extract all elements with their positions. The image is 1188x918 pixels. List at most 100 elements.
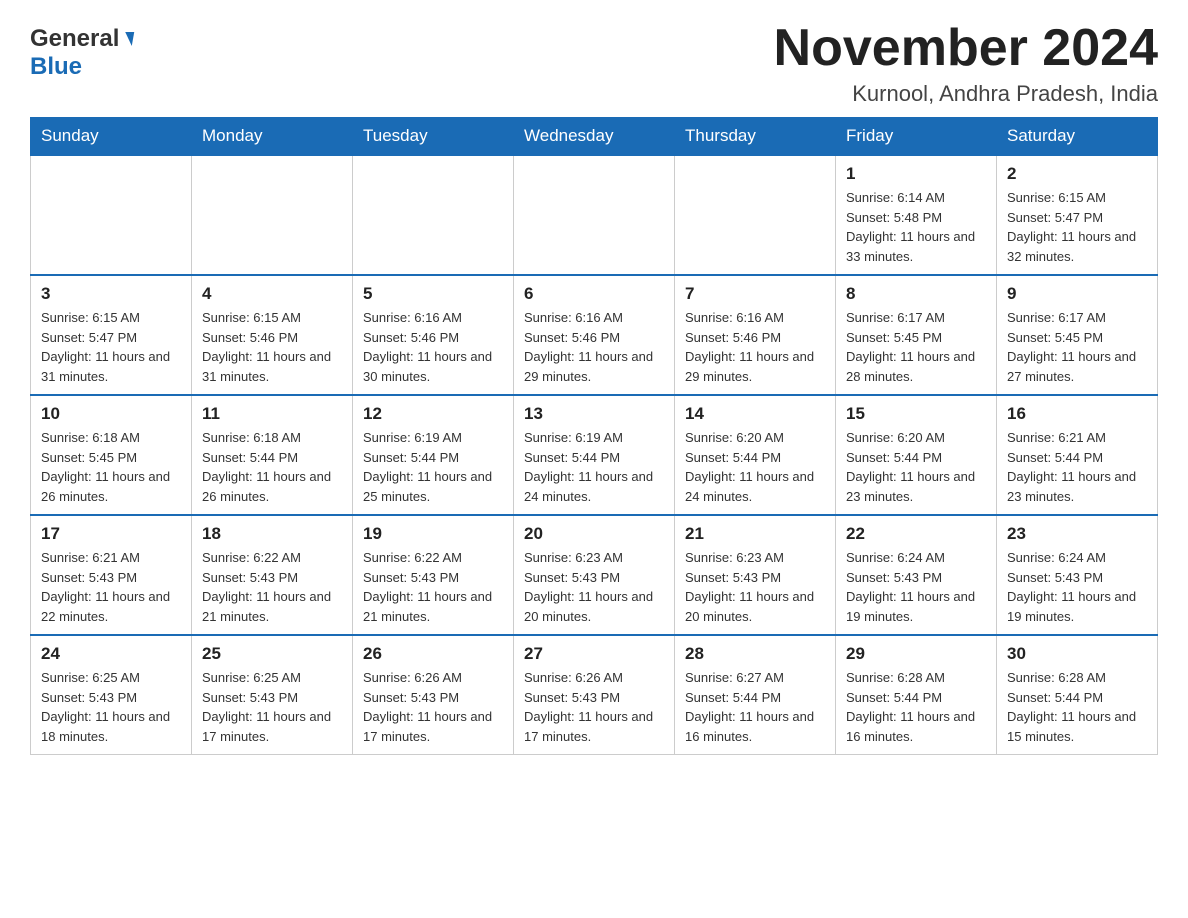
day-info: Sunrise: 6:24 AMSunset: 5:43 PMDaylight:… [1007, 548, 1147, 626]
location-title: Kurnool, Andhra Pradesh, India [774, 81, 1158, 107]
day-info: Sunrise: 6:25 AMSunset: 5:43 PMDaylight:… [202, 668, 342, 746]
logo-arrow-icon [123, 32, 134, 46]
calendar-header-friday: Friday [836, 118, 997, 156]
calendar-cell: 19Sunrise: 6:22 AMSunset: 5:43 PMDayligh… [353, 515, 514, 635]
day-info: Sunrise: 6:25 AMSunset: 5:43 PMDaylight:… [41, 668, 181, 746]
day-number: 3 [41, 284, 181, 304]
day-number: 27 [524, 644, 664, 664]
calendar-cell: 14 Sunrise: 6:20 AMSunset: 5:44 PMDayligh… [675, 395, 836, 515]
day-info: Sunrise: 6:24 AMSunset: 5:43 PMDaylight:… [846, 548, 986, 626]
day-info: Sunrise: 6:16 AMSunset: 5:46 PMDaylight:… [685, 308, 825, 386]
day-info: Sunrise: 6:15 AMSunset: 5:47 PMDaylight:… [1007, 188, 1147, 266]
calendar-header-thursday: Thursday [675, 118, 836, 156]
day-number: 17 [41, 524, 181, 544]
day-number: 12 [363, 404, 503, 424]
calendar-cell [31, 155, 192, 275]
calendar-cell: 4 Sunrise: 6:15 AMSunset: 5:46 PMDaylight… [192, 275, 353, 395]
calendar-cell [514, 155, 675, 275]
calendar-cell: 1 Sunrise: 6:14 AMSunset: 5:48 PMDaylight… [836, 155, 997, 275]
calendar-table: SundayMondayTuesdayWednesdayThursdayFrid… [30, 117, 1158, 755]
calendar-cell: 30 Sunrise: 6:28 AMSunset: 5:44 PMDayligh… [997, 635, 1158, 755]
day-info: Sunrise: 6:17 AMSunset: 5:45 PMDaylight:… [1007, 308, 1147, 386]
day-info: Sunrise: 6:21 AMSunset: 5:44 PMDaylight:… [1007, 428, 1147, 506]
day-info: Sunrise: 6:15 AMSunset: 5:46 PMDaylight:… [202, 308, 342, 386]
logo-blue-text: Blue [30, 53, 82, 81]
month-title: November 2024 [774, 20, 1158, 77]
day-info: Sunrise: 6:26 AMSunset: 5:43 PMDaylight:… [524, 668, 664, 746]
day-number: 5 [363, 284, 503, 304]
day-number: 26 [363, 644, 503, 664]
calendar-week-row: 17 Sunrise: 6:21 AMSunset: 5:43 PMDayligh… [31, 515, 1158, 635]
day-info: Sunrise: 6:18 AMSunset: 5:44 PMDaylight:… [202, 428, 342, 506]
day-number: 29 [846, 644, 986, 664]
calendar-header-sunday: Sunday [31, 118, 192, 156]
day-number: 22 [846, 524, 986, 544]
day-info: Sunrise: 6:18 AMSunset: 5:45 PMDaylight:… [41, 428, 181, 506]
calendar-cell: 25 Sunrise: 6:25 AMSunset: 5:43 PMDayligh… [192, 635, 353, 755]
day-number: 7 [685, 284, 825, 304]
calendar-cell: 8Sunrise: 6:17 AMSunset: 5:45 PMDaylight… [836, 275, 997, 395]
calendar-cell: 16 Sunrise: 6:21 AMSunset: 5:44 PMDayligh… [997, 395, 1158, 515]
calendar-week-row: 10 Sunrise: 6:18 AMSunset: 5:45 PMDayligh… [31, 395, 1158, 515]
day-number: 6 [524, 284, 664, 304]
day-number: 24 [41, 644, 181, 664]
day-info: Sunrise: 6:21 AMSunset: 5:43 PMDaylight:… [41, 548, 181, 626]
day-info: Sunrise: 6:28 AMSunset: 5:44 PMDaylight:… [846, 668, 986, 746]
calendar-cell: 28 Sunrise: 6:27 AMSunset: 5:44 PMDayligh… [675, 635, 836, 755]
calendar-cell: 23Sunrise: 6:24 AMSunset: 5:43 PMDayligh… [997, 515, 1158, 635]
calendar-cell: 18 Sunrise: 6:22 AMSunset: 5:43 PMDayligh… [192, 515, 353, 635]
day-info: Sunrise: 6:22 AMSunset: 5:43 PMDaylight:… [363, 548, 503, 626]
calendar-cell: 26 Sunrise: 6:26 AMSunset: 5:43 PMDayligh… [353, 635, 514, 755]
calendar-cell: 20Sunrise: 6:23 AMSunset: 5:43 PMDayligh… [514, 515, 675, 635]
calendar-header-tuesday: Tuesday [353, 118, 514, 156]
day-info: Sunrise: 6:19 AMSunset: 5:44 PMDaylight:… [524, 428, 664, 506]
day-number: 10 [41, 404, 181, 424]
calendar-cell: 10 Sunrise: 6:18 AMSunset: 5:45 PMDayligh… [31, 395, 192, 515]
day-number: 16 [1007, 404, 1147, 424]
day-number: 1 [846, 164, 986, 184]
page-header: General Blue November 2024 Kurnool, Andh… [30, 20, 1158, 107]
day-number: 9 [1007, 284, 1147, 304]
day-number: 28 [685, 644, 825, 664]
calendar-cell: 12 Sunrise: 6:19 AMSunset: 5:44 PMDayligh… [353, 395, 514, 515]
day-info: Sunrise: 6:20 AMSunset: 5:44 PMDaylight:… [685, 428, 825, 506]
day-number: 21 [685, 524, 825, 544]
calendar-cell: 15 Sunrise: 6:20 AMSunset: 5:44 PMDayligh… [836, 395, 997, 515]
day-info: Sunrise: 6:28 AMSunset: 5:44 PMDaylight:… [1007, 668, 1147, 746]
day-number: 14 [685, 404, 825, 424]
day-info: Sunrise: 6:22 AMSunset: 5:43 PMDaylight:… [202, 548, 342, 626]
day-info: Sunrise: 6:20 AMSunset: 5:44 PMDaylight:… [846, 428, 986, 506]
calendar-cell: 2 Sunrise: 6:15 AMSunset: 5:47 PMDaylight… [997, 155, 1158, 275]
calendar-week-row: 3 Sunrise: 6:15 AMSunset: 5:47 PMDaylight… [31, 275, 1158, 395]
day-number: 18 [202, 524, 342, 544]
calendar-week-row: 1 Sunrise: 6:14 AMSunset: 5:48 PMDaylight… [31, 155, 1158, 275]
calendar-cell: 3 Sunrise: 6:15 AMSunset: 5:47 PMDaylight… [31, 275, 192, 395]
calendar-cell [353, 155, 514, 275]
calendar-cell [192, 155, 353, 275]
day-info: Sunrise: 6:15 AMSunset: 5:47 PMDaylight:… [41, 308, 181, 386]
calendar-header-saturday: Saturday [997, 118, 1158, 156]
calendar-cell [675, 155, 836, 275]
day-number: 4 [202, 284, 342, 304]
day-number: 2 [1007, 164, 1147, 184]
calendar-cell: 27 Sunrise: 6:26 AMSunset: 5:43 PMDayligh… [514, 635, 675, 755]
day-number: 11 [202, 404, 342, 424]
logo-general-text: General [30, 25, 119, 53]
day-info: Sunrise: 6:27 AMSunset: 5:44 PMDaylight:… [685, 668, 825, 746]
day-info: Sunrise: 6:14 AMSunset: 5:48 PMDaylight:… [846, 188, 986, 266]
calendar-cell: 7 Sunrise: 6:16 AMSunset: 5:46 PMDaylight… [675, 275, 836, 395]
day-number: 15 [846, 404, 986, 424]
calendar-cell: 24 Sunrise: 6:25 AMSunset: 5:43 PMDayligh… [31, 635, 192, 755]
day-info: Sunrise: 6:19 AMSunset: 5:44 PMDaylight:… [363, 428, 503, 506]
day-info: Sunrise: 6:26 AMSunset: 5:43 PMDaylight:… [363, 668, 503, 746]
day-number: 13 [524, 404, 664, 424]
calendar-header-wednesday: Wednesday [514, 118, 675, 156]
day-number: 30 [1007, 644, 1147, 664]
calendar-cell: 17 Sunrise: 6:21 AMSunset: 5:43 PMDayligh… [31, 515, 192, 635]
day-number: 25 [202, 644, 342, 664]
calendar-cell: 6 Sunrise: 6:16 AMSunset: 5:46 PMDaylight… [514, 275, 675, 395]
calendar-header-monday: Monday [192, 118, 353, 156]
day-info: Sunrise: 6:23 AMSunset: 5:43 PMDaylight:… [685, 548, 825, 626]
day-info: Sunrise: 6:16 AMSunset: 5:46 PMDaylight:… [524, 308, 664, 386]
calendar-cell: 11 Sunrise: 6:18 AMSunset: 5:44 PMDayligh… [192, 395, 353, 515]
